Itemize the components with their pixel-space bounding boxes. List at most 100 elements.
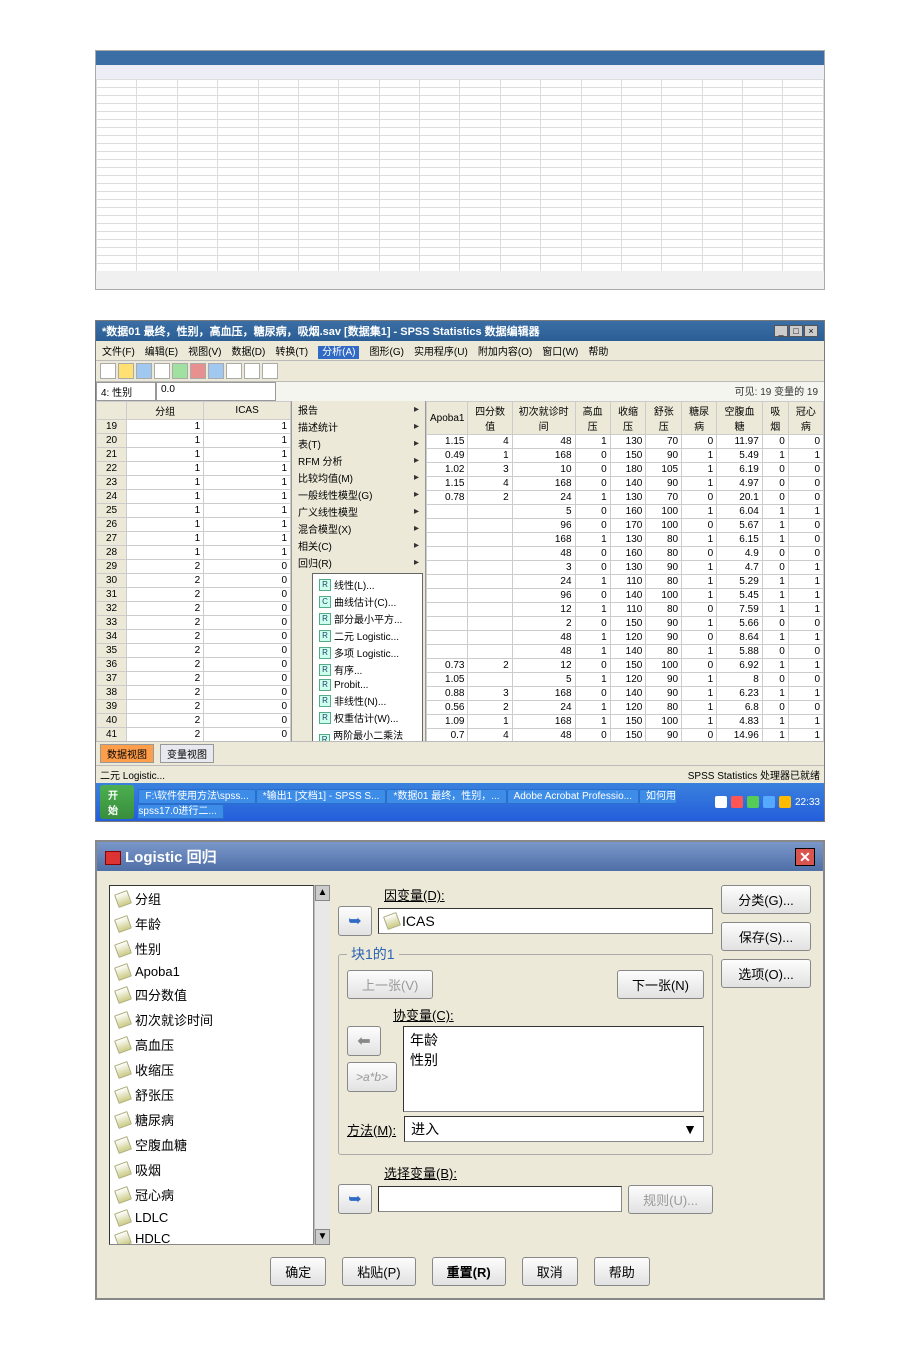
selection-label: 选择变量(B): xyxy=(384,1163,713,1182)
interaction-button[interactable]: >a*b> xyxy=(347,1062,397,1092)
variable-list[interactable]: 分组年龄性别Apoba1四分数值初次就诊时间高血压收缩压舒张压糖尿病空腹血糖吸烟… xyxy=(109,885,314,1245)
ruler-icon xyxy=(114,940,132,958)
variable-item[interactable]: HDLC xyxy=(110,1228,313,1245)
variable-item[interactable]: 糖尿病 xyxy=(110,1107,313,1132)
selection-field[interactable] xyxy=(378,1186,622,1212)
right-grid[interactable]: Apoba1四分数值初次就诊时间高血压收缩压舒张压糖尿病空腹血糖吸烟冠心病1.1… xyxy=(426,401,824,741)
regression-subitem[interactable]: R线性(L)... xyxy=(315,576,420,593)
dialog-button[interactable]: 帮助 xyxy=(594,1257,650,1286)
variable-item[interactable]: 四分数值 xyxy=(110,982,313,1007)
side-buttons: 分类(G)... 保存(S)... 选项(O)... xyxy=(721,885,811,1245)
small-preview-block xyxy=(95,50,825,290)
dependent-label: 因变量(D): xyxy=(384,885,713,904)
side-button[interactable]: 保存(S)... xyxy=(721,922,811,951)
prev-block-button[interactable]: 上一张(V) xyxy=(347,970,433,999)
menu-item[interactable]: 数据(D) xyxy=(231,347,265,358)
variable-item[interactable]: 分组 xyxy=(110,886,313,911)
menu-bar[interactable]: 文件(F) 编辑(E) 视图(V) 数据(D) 转换(T) 分析(A) 图形(G) 实用程序(… xyxy=(96,341,824,361)
variable-item[interactable]: 收缩压 xyxy=(110,1057,313,1082)
variable-item[interactable]: 吸烟 xyxy=(110,1157,313,1182)
side-button[interactable]: 分类(G)... xyxy=(721,885,811,914)
start-button[interactable]: 开始 xyxy=(100,785,134,819)
analyze-dropdown[interactable]: 报告▸描述统计▸表(T)▸RFM 分析▸比较均值(M)▸一般线性模型(G)▸广义… xyxy=(291,401,426,741)
analyze-menu-item[interactable]: 相关(C)▸ xyxy=(292,537,425,554)
bottom-tabs[interactable]: 数据视图 变量视图 xyxy=(96,741,824,765)
dialog-button[interactable]: 粘贴(P) xyxy=(342,1257,415,1286)
regression-subitem[interactable]: R有序... xyxy=(315,661,420,678)
analyze-menu-item[interactable]: 回归(R)▸ xyxy=(292,554,425,571)
menu-item[interactable]: 实用程序(U) xyxy=(414,347,468,358)
analyze-menu-item[interactable]: 表(T)▸ xyxy=(292,435,425,452)
close-icon[interactable]: ✕ xyxy=(795,848,815,866)
taskbar-item[interactable]: F:\软件使用方法\spss... xyxy=(138,789,255,804)
taskbar-item[interactable]: *输出1 [文档1] - SPSS S... xyxy=(256,789,387,804)
cell-value[interactable]: 0.0 xyxy=(156,382,276,401)
regression-subitem[interactable]: RProbit... xyxy=(315,678,420,692)
varlist-scrollbar[interactable]: ▲▼ xyxy=(314,885,330,1245)
regression-subitem[interactable]: R多项 Logistic... xyxy=(315,644,420,661)
menu-item[interactable]: 附加内容(O) xyxy=(478,347,532,358)
move-to-selection-button[interactable]: ➥ xyxy=(338,1184,372,1214)
move-to-dependent-button[interactable]: ➥ xyxy=(338,906,372,936)
analyze-menu-item[interactable]: 广义线性模型▸ xyxy=(292,503,425,520)
variable-item[interactable]: LDLC xyxy=(110,1207,313,1228)
analyze-menu-item[interactable]: RFM 分析▸ xyxy=(292,452,425,469)
regression-subitem[interactable]: R权重估计(W)... xyxy=(315,709,420,726)
side-button[interactable]: 选项(O)... xyxy=(721,959,811,988)
variable-item[interactable]: 舒张压 xyxy=(110,1082,313,1107)
regression-subitem[interactable]: R非线性(N)... xyxy=(315,692,420,709)
analyze-menu-item[interactable]: 报告▸ xyxy=(292,401,425,418)
analyze-menu-item[interactable]: 描述统计▸ xyxy=(292,418,425,435)
menu-item[interactable]: 图形(G) xyxy=(369,347,403,358)
tray: 22:33 xyxy=(715,796,820,808)
window-buttons[interactable]: _□× xyxy=(773,325,818,337)
next-block-button[interactable]: 下一张(N) xyxy=(617,970,704,999)
toolbar[interactable] xyxy=(96,361,824,382)
menu-item[interactable]: 编辑(E) xyxy=(145,347,178,358)
ruler-icon xyxy=(114,1111,132,1129)
variable-item[interactable]: 空腹血糖 xyxy=(110,1132,313,1157)
menu-item[interactable]: 帮助 xyxy=(588,347,608,358)
variable-item[interactable]: 高血压 xyxy=(110,1032,313,1057)
analyze-menu-item[interactable]: 混合模型(X)▸ xyxy=(292,520,425,537)
taskbar[interactable]: 开始 F:\软件使用方法\spss...*输出1 [文档1] - SPSS S.… xyxy=(96,783,824,821)
covariate-item[interactable]: 性别 xyxy=(410,1050,697,1070)
menu-item[interactable]: 视图(V) xyxy=(188,347,221,358)
variable-item[interactable]: 性别 xyxy=(110,936,313,961)
taskbar-item[interactable]: *数据01 最终，性别，... xyxy=(386,789,506,804)
dependent-field[interactable]: ICAS xyxy=(378,908,713,934)
tab-var-view[interactable]: 变量视图 xyxy=(160,744,214,763)
move-to-covariates-button[interactable]: ⬅ xyxy=(347,1026,381,1056)
tab-data-view[interactable]: 数据视图 xyxy=(100,744,154,763)
covariates-list[interactable]: 年龄性别 xyxy=(403,1026,704,1112)
covariate-label: 协变量(C): xyxy=(393,1005,704,1024)
ruler-icon xyxy=(114,1209,132,1227)
dialog-button[interactable]: 确定 xyxy=(270,1257,326,1286)
dialog-button[interactable]: 取消 xyxy=(522,1257,578,1286)
dialog-button[interactable]: 重置(R) xyxy=(432,1257,506,1286)
ruler-icon xyxy=(114,1011,132,1029)
variable-item[interactable]: 初次就诊时间 xyxy=(110,1007,313,1032)
ruler-icon xyxy=(114,963,132,981)
method-select[interactable]: 进入▼ xyxy=(404,1116,704,1142)
block-group: 块1的1 上一张(V) 下一张(N) 协变量(C): ⬅ >a*b> 年龄性别 … xyxy=(338,944,713,1155)
menu-item[interactable]: 窗口(W) xyxy=(542,347,578,358)
variable-item[interactable]: 冠心病 xyxy=(110,1182,313,1207)
regression-subitem[interactable]: R部分最小平方... xyxy=(315,610,420,627)
taskbar-item[interactable]: Adobe Acrobat Professio... xyxy=(507,789,639,804)
menu-item[interactable]: 转换(T) xyxy=(275,347,308,358)
left-grid[interactable]: 分组ICAS1911201121112211231124112511261127… xyxy=(96,401,291,741)
analyze-menu-item[interactable]: 比较均值(M)▸ xyxy=(292,469,425,486)
variable-item[interactable]: 年龄 xyxy=(110,911,313,936)
regression-subitem[interactable]: R两阶最小二乘法(2)... xyxy=(315,726,420,741)
variable-item[interactable]: Apoba1 xyxy=(110,961,313,982)
rule-button[interactable]: 规则(U)... xyxy=(628,1185,713,1214)
window-titlebar: *数据01 最终，性别，高血压，糖尿病，吸烟.sav [数据集1] - SPSS… xyxy=(96,321,824,341)
covariate-item[interactable]: 年龄 xyxy=(410,1030,697,1050)
menu-item[interactable]: 分析(A) xyxy=(318,346,359,359)
regression-subitem[interactable]: C曲线估计(C)... xyxy=(315,593,420,610)
menu-item[interactable]: 文件(F) xyxy=(102,347,135,358)
ruler-icon xyxy=(114,1036,132,1054)
regression-subitem[interactable]: R二元 Logistic... xyxy=(315,627,420,644)
analyze-menu-item[interactable]: 一般线性模型(G)▸ xyxy=(292,486,425,503)
